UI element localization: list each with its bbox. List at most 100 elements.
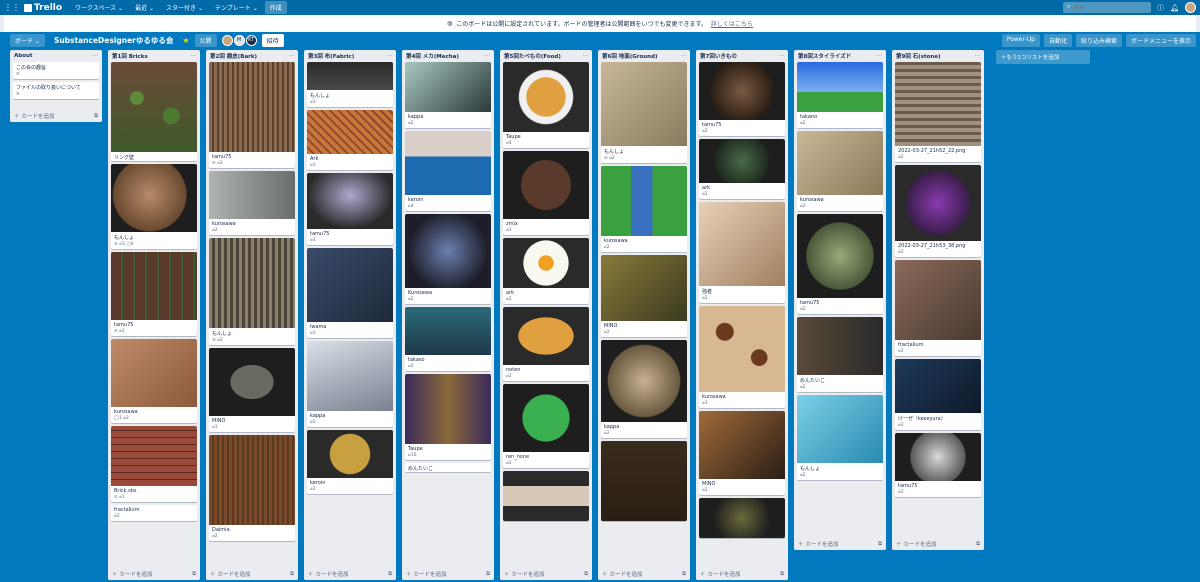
card-template-icon[interactable]: ⧉: [94, 113, 98, 120]
card[interactable]: takano ⌀2: [797, 62, 883, 128]
search-input[interactable]: [1073, 4, 1144, 11]
card[interactable]: takaso ⌀2: [405, 307, 491, 371]
add-card-button[interactable]: ＋カードを追加 ⧉: [304, 568, 396, 580]
card[interactable]: kurosawa ⌀2: [797, 131, 883, 211]
card[interactable]: もんしょ ≡ ⌀2: [209, 238, 295, 345]
card[interactable]: ren_none ⌀2: [503, 384, 589, 468]
card[interactable]: [699, 498, 785, 538]
card[interactable]: もんしょ ⌀3: [307, 62, 393, 107]
powerup-button[interactable]: Power-Up: [1001, 34, 1040, 47]
visibility-button[interactable]: 公開: [194, 33, 217, 47]
templates-menu[interactable]: テンプレート ⌄: [210, 1, 263, 14]
list-title[interactable]: 第2回 樹皮(Bark): [210, 52, 257, 60]
list-title[interactable]: 第3回 布(Fabric): [308, 52, 354, 60]
card-template-icon[interactable]: ⧉: [976, 541, 980, 548]
starred-menu[interactable]: スター付き ⌄: [161, 1, 208, 14]
card[interactable]: MINO ⌀3: [209, 348, 295, 432]
add-card-button[interactable]: ＋カードを追加 ⧉: [500, 568, 592, 580]
member-avatar-initials[interactable]: KT: [245, 34, 257, 46]
card-template-icon[interactable]: ⧉: [584, 571, 588, 578]
card-template-icon[interactable]: ⧉: [780, 571, 784, 578]
add-card-button[interactable]: ＋カードを追加 ⧉: [206, 568, 298, 580]
card[interactable]: Taupe ⌀10: [405, 374, 491, 460]
list-title[interactable]: About: [14, 53, 33, 59]
recent-menu[interactable]: 最近 ⌄: [130, 1, 159, 14]
card[interactable]: この会の趣旨 ≡: [13, 62, 99, 79]
card[interactable]: zmix ⌀3: [503, 151, 589, 235]
card[interactable]: 2022-03-27_21h52_22.png ⌀2: [895, 62, 981, 162]
card-template-icon[interactable]: ⧉: [682, 571, 686, 578]
card-template-icon[interactable]: ⧉: [192, 571, 196, 578]
list-title[interactable]: 第6回 地面(Ground): [602, 52, 658, 60]
card-template-icon[interactable]: ⧉: [878, 541, 882, 548]
card[interactable]: tamu75 ⌀2: [895, 433, 981, 497]
card[interactable]: ファイルの取り扱いについて ≡: [13, 82, 99, 99]
add-list-button[interactable]: ＋ もう1つリストを追加: [996, 50, 1090, 64]
automation-button[interactable]: 自動化: [1043, 34, 1072, 47]
add-card-button[interactable]: ＋カードを追加 ⧉: [402, 568, 494, 580]
card[interactable]: kurosawa ◯1 ⌀2: [111, 339, 197, 423]
list-header[interactable]: About ⋯: [10, 50, 102, 62]
card[interactable]: 強者 ⌀2: [699, 202, 785, 303]
card[interactable]: fractalium ⌀2: [111, 505, 197, 521]
list-title[interactable]: 第1回 Bricks: [112, 52, 148, 60]
card[interactable]: kurosawa ⌀3: [699, 306, 785, 408]
card-template-icon[interactable]: ⧉: [486, 571, 490, 578]
list-header[interactable]: 第9回 石(stone) ⋯: [892, 50, 984, 62]
card[interactable]: tamu75 ⌀2: [699, 62, 785, 136]
list-menu-icon[interactable]: ⋯: [485, 53, 491, 59]
card[interactable]: kurosawa ⌀2: [209, 171, 295, 235]
list-menu-icon[interactable]: ⋯: [975, 53, 981, 59]
card[interactable]: 2022-03-27_21h53_38.png ⌀2: [895, 165, 981, 257]
card[interactable]: kappa ⌀2: [405, 62, 491, 128]
board-menu-button[interactable]: ボード ⌄: [10, 33, 45, 47]
card[interactable]: もんしょ ⌀2: [797, 395, 883, 480]
notification-bell-icon[interactable]: 🔔︎: [1170, 4, 1179, 12]
list-title[interactable]: 第9回 石(stone): [896, 52, 941, 60]
list-header[interactable]: 第4回 メカ(Mecha) ⋯: [402, 50, 494, 62]
card[interactable]: iwama ⌀3: [307, 248, 393, 338]
add-card-button[interactable]: ＋カードを追加 ⧉: [598, 568, 690, 580]
invite-button[interactable]: 招待: [261, 33, 284, 47]
filter-button[interactable]: 絞り込み検索: [1075, 34, 1122, 47]
card[interactable]: noten ⌀2: [503, 307, 589, 381]
card[interactable]: [601, 441, 687, 521]
member-avatar-initials[interactable]: M: [233, 34, 245, 46]
star-icon[interactable]: ★: [182, 36, 189, 45]
card[interactable]: もんしょ ≡ ⌀2: [601, 62, 687, 163]
card[interactable]: tamu75 ⌀2: [797, 214, 883, 314]
card[interactable]: tamu75 ≡ ⌀2: [209, 62, 295, 168]
card[interactable]: けーぜ（keseyura） ⌀2: [895, 359, 981, 430]
add-card-button[interactable]: ＋カードを追加 ⧉: [108, 568, 200, 580]
list-title[interactable]: 第5回たべもの(Food): [504, 52, 561, 60]
card[interactable]: リング壁: [111, 62, 197, 161]
show-menu-button[interactable]: ボードメニューを表示: [1125, 34, 1196, 47]
create-button[interactable]: 作成: [264, 1, 287, 14]
card[interactable]: fractalium ⌀2: [895, 260, 981, 356]
card[interactable]: kappa ⌀2: [601, 340, 687, 438]
card[interactable]: [503, 471, 589, 521]
card[interactable]: keroin ⌀4: [405, 131, 491, 211]
list-title[interactable]: 第4回 メカ(Mecha): [406, 52, 459, 60]
list-menu-icon[interactable]: ⋯: [583, 53, 589, 59]
card[interactable]: kappa ⌀5: [307, 341, 393, 427]
apps-grid-icon[interactable]: ⋮⋮: [4, 3, 20, 12]
list-menu-icon[interactable]: ⋯: [387, 53, 393, 59]
list-title[interactable]: 第8回スタイライズド: [798, 52, 851, 60]
list-header[interactable]: 第2回 樹皮(Bark) ⋯: [206, 50, 298, 62]
card-template-icon[interactable]: ⧉: [388, 571, 392, 578]
card[interactable]: Daimia ⌀2: [209, 435, 295, 541]
card[interactable]: keroin ⌀2: [307, 430, 393, 494]
card[interactable]: ark ⌀2: [503, 238, 589, 304]
learn-more-link[interactable]: 詳しくはこちら: [711, 19, 753, 28]
card[interactable]: Kurosawa ⌀2: [405, 214, 491, 304]
add-card-button[interactable]: ＋カードを追加 ⧉: [10, 110, 102, 122]
list-menu-icon[interactable]: ⋯: [779, 53, 785, 59]
add-card-button[interactable]: ＋カードを追加 ⧉: [794, 538, 886, 550]
card[interactable]: ark ⌀2: [699, 139, 785, 199]
list-menu-icon[interactable]: ⋯: [681, 53, 687, 59]
list-menu-icon[interactable]: ⋯: [93, 53, 99, 59]
workspaces-menu[interactable]: ワークスペース ⌄: [70, 1, 128, 14]
user-avatar[interactable]: [1185, 2, 1196, 13]
card[interactable]: Ark ⌀3: [307, 110, 393, 170]
